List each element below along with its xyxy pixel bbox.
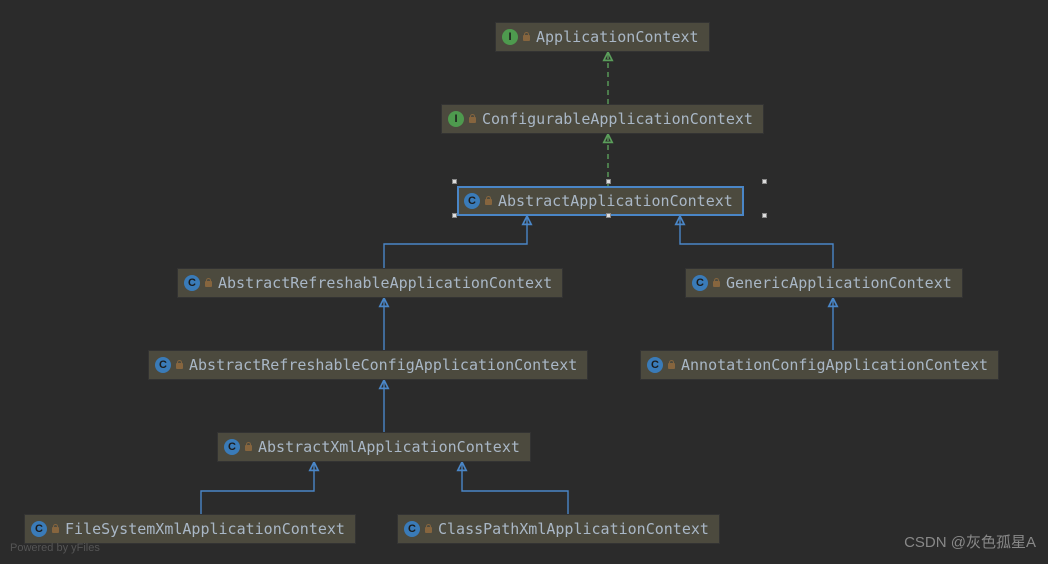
node-abstractrefreshableapplicationcontext[interactable]: AbstractRefreshableApplicationContext [177, 268, 563, 298]
node-label: AbstractRefreshableConfigApplicationCont… [189, 356, 577, 374]
lock-icon [424, 524, 434, 534]
node-label: ClassPathXmlApplicationContext [438, 520, 709, 538]
node-configurableapplicationcontext[interactable]: ConfigurableApplicationContext [441, 104, 764, 134]
class-icon [464, 193, 480, 209]
watermark-csdn: CSDN @灰色孤星A [904, 531, 1036, 552]
node-abstractxmlapplicationcontext[interactable]: AbstractXmlApplicationContext [217, 432, 531, 462]
lock-icon [667, 360, 677, 370]
class-icon [647, 357, 663, 373]
lock-icon [204, 278, 214, 288]
lock-icon [468, 114, 478, 124]
class-icon [692, 275, 708, 291]
lock-icon [51, 524, 61, 534]
interface-icon [448, 111, 464, 127]
node-filesystemxmlapplicationcontext[interactable]: FileSystemXmlApplicationContext [24, 514, 356, 544]
node-annotationconfigapplicationcontext[interactable]: AnnotationConfigApplicationContext [640, 350, 999, 380]
node-genericapplicationcontext[interactable]: GenericApplicationContext [685, 268, 963, 298]
node-applicationcontext[interactable]: ApplicationContext [495, 22, 710, 52]
node-label: ConfigurableApplicationContext [482, 110, 753, 128]
class-icon [224, 439, 240, 455]
selection-handle [762, 213, 767, 218]
selection-handle [762, 179, 767, 184]
lock-icon [484, 196, 494, 206]
watermark-yfiles: Powered by yFiles [10, 542, 100, 554]
node-label: ApplicationContext [536, 28, 699, 46]
lock-icon [244, 442, 254, 452]
node-abstractapplicationcontext[interactable]: AbstractApplicationContext [457, 186, 744, 216]
selection-handle [606, 179, 611, 184]
lock-icon [522, 32, 532, 42]
node-label: AbstractRefreshableApplicationContext [218, 274, 552, 292]
node-classpathxmlapplicationcontext[interactable]: ClassPathXmlApplicationContext [397, 514, 720, 544]
class-icon [404, 521, 420, 537]
selection-handle [452, 213, 457, 218]
class-icon [155, 357, 171, 373]
node-label: AbstractApplicationContext [498, 192, 733, 210]
node-label: GenericApplicationContext [726, 274, 952, 292]
lock-icon [175, 360, 185, 370]
node-label: FileSystemXmlApplicationContext [65, 520, 345, 538]
node-label: AbstractXmlApplicationContext [258, 438, 520, 456]
node-abstractrefreshableconfigapplicationcontext[interactable]: AbstractRefreshableConfigApplicationCont… [148, 350, 588, 380]
lock-icon [712, 278, 722, 288]
node-label: AnnotationConfigApplicationContext [681, 356, 988, 374]
selection-handle [606, 213, 611, 218]
selection-handle [452, 179, 457, 184]
interface-icon [502, 29, 518, 45]
class-icon [184, 275, 200, 291]
class-icon [31, 521, 47, 537]
